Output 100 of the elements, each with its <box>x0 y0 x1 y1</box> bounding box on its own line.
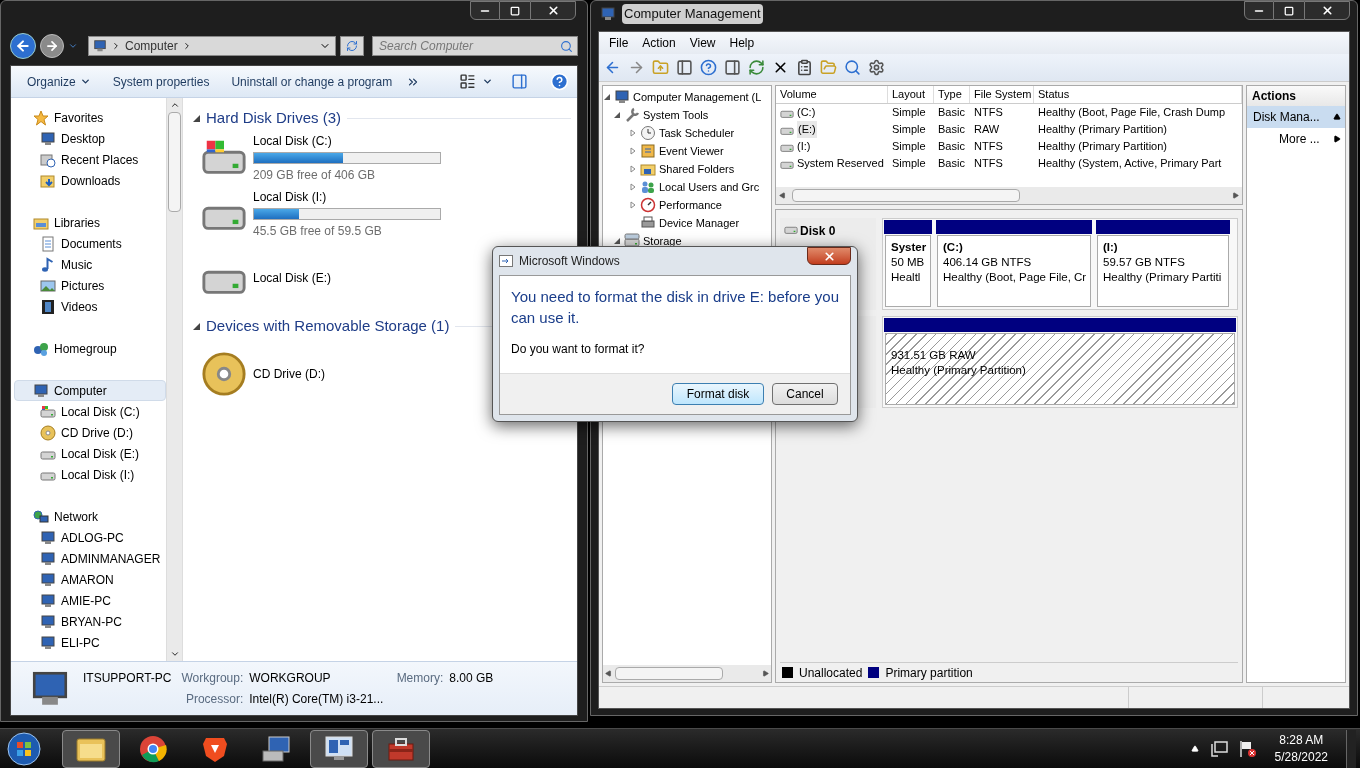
dialog-button[interactable]: Format disk <box>672 383 764 405</box>
nav-item[interactable]: Network <box>14 506 166 527</box>
command-button[interactable]: System properties <box>104 69 218 94</box>
back-button[interactable] <box>10 33 36 59</box>
scroll-thumb[interactable] <box>615 667 723 680</box>
nav-item[interactable]: Videos <box>14 296 166 317</box>
nav-item[interactable]: AMARON <box>14 569 166 590</box>
nav-item[interactable]: Documents <box>14 233 166 254</box>
column-header[interactable]: Status <box>1034 86 1242 103</box>
nav-item[interactable]: Desktop <box>14 128 166 149</box>
scroll-left-icon[interactable] <box>779 192 786 199</box>
nav-item[interactable]: BRYAN-PC <box>14 611 166 632</box>
forward-arrow-icon[interactable] <box>628 59 645 76</box>
collapsed-arrow-icon[interactable] <box>629 201 637 209</box>
nav-item[interactable]: Local Disk (I:) <box>14 464 166 485</box>
refresh-icon[interactable] <box>748 59 765 76</box>
expanded-arrow-icon[interactable] <box>613 237 621 245</box>
history-caret-icon[interactable] <box>68 41 78 51</box>
horizontal-scrollbar[interactable] <box>603 665 771 682</box>
nav-item[interactable]: ELI-PC <box>14 632 166 653</box>
nav-item[interactable]: CD Drive (D:) <box>14 422 166 443</box>
collapse-arrow-icon[interactable] <box>193 114 200 122</box>
scroll-down-icon[interactable] <box>169 649 180 659</box>
start-button[interactable] <box>4 729 44 768</box>
collapsed-arrow-icon[interactable] <box>629 129 637 137</box>
collapsed-arrow-icon[interactable] <box>629 183 637 191</box>
nav-item[interactable]: Computer <box>14 380 166 401</box>
command-button[interactable]: Uninstall or change a program <box>223 69 401 94</box>
column-header[interactable]: Type <box>934 86 970 103</box>
nav-item[interactable]: Recent Places <box>14 149 166 170</box>
nav-item[interactable]: ADLOG-PC <box>14 527 166 548</box>
expanded-arrow-icon[interactable] <box>613 111 621 119</box>
command-button[interactable]: Organize <box>19 69 99 94</box>
pane-command[interactable]: Disk Mana... <box>1247 106 1345 128</box>
dropdown-caret-icon[interactable] <box>482 76 493 87</box>
close-button[interactable] <box>807 247 851 265</box>
nav-item[interactable]: Downloads <box>14 170 166 191</box>
nav-item[interactable]: Favorites <box>14 107 166 128</box>
collapse-arrow-icon[interactable] <box>193 322 200 330</box>
column-header[interactable]: Volume <box>776 86 888 103</box>
tree-item[interactable]: Event Viewer <box>603 142 771 160</box>
view-options-icon[interactable] <box>459 73 476 90</box>
tree-item[interactable]: System Tools <box>603 106 771 124</box>
taskbar-button[interactable] <box>62 729 120 768</box>
forward-button[interactable] <box>40 34 64 58</box>
preview-pane-icon[interactable] <box>511 73 528 90</box>
nav-item[interactable]: Pictures <box>14 275 166 296</box>
help-icon[interactable] <box>700 59 717 76</box>
console-tree-icon[interactable] <box>676 59 693 76</box>
scroll-right-icon[interactable] <box>1232 192 1239 199</box>
scroll-thumb[interactable] <box>168 112 181 212</box>
maximize-button[interactable] <box>1274 1 1304 20</box>
tree-item[interactable]: Storage <box>603 232 771 250</box>
search-icon[interactable] <box>560 40 573 53</box>
drive-item[interactable]: Local Disk (I:) 45.5 GB free of 59.5 GB <box>193 186 571 242</box>
menu-item[interactable]: Help <box>722 33 762 53</box>
expanded-arrow-icon[interactable] <box>603 93 611 101</box>
show-hidden-icons-icon[interactable] <box>1190 744 1199 753</box>
search-field[interactable]: Search Computer <box>372 36 578 56</box>
close-button[interactable] <box>530 1 576 20</box>
search-icon[interactable] <box>844 59 861 76</box>
menu-item[interactable]: File <box>602 33 636 53</box>
tree-item[interactable]: Shared Folders <box>603 160 771 178</box>
menu-item[interactable]: Action <box>635 33 683 53</box>
scroll-left-icon[interactable] <box>605 670 612 677</box>
network-icon[interactable] <box>1210 740 1229 757</box>
scrollbar[interactable] <box>166 98 183 661</box>
close-button[interactable] <box>1304 1 1350 20</box>
drive-item[interactable]: Local Disk (C:) 209 GB free of 406 GB <box>193 130 571 186</box>
action-pane-icon[interactable] <box>724 59 741 76</box>
nav-item[interactable]: AMIE-PC <box>14 590 166 611</box>
menu-item[interactable]: View <box>682 33 723 53</box>
nav-item[interactable]: Libraries <box>14 212 166 233</box>
dialog-button[interactable]: Cancel <box>772 383 838 405</box>
action-center-flag-icon[interactable] <box>1238 739 1257 758</box>
tree-item[interactable]: Device Manager <box>603 214 771 232</box>
nav-item[interactable]: Local Disk (E:) <box>14 443 166 464</box>
pane-command[interactable]: More ... <box>1247 128 1345 150</box>
collapsed-arrow-icon[interactable] <box>629 165 637 173</box>
settings-icon[interactable] <box>868 59 885 76</box>
horizontal-scrollbar[interactable] <box>776 187 1242 204</box>
back-arrow-icon[interactable] <box>604 59 621 76</box>
maximize-button[interactable] <box>500 1 530 20</box>
address-bar[interactable]: Computer <box>88 36 336 56</box>
scroll-up-icon[interactable] <box>169 100 180 110</box>
taskbar-button[interactable] <box>372 729 430 768</box>
properties-icon[interactable] <box>796 59 813 76</box>
tree-item[interactable]: Computer Management (L <box>603 88 771 106</box>
scroll-thumb[interactable] <box>792 189 1020 202</box>
tree-item[interactable]: Performance <box>603 196 771 214</box>
minimize-button[interactable] <box>1244 1 1274 20</box>
scroll-right-icon[interactable] <box>762 670 769 677</box>
nav-item[interactable]: Local Disk (C:) <box>14 401 166 422</box>
tree-item[interactable]: Task Scheduler <box>603 124 771 142</box>
minimize-button[interactable] <box>470 1 500 20</box>
tree-item[interactable]: Local Users and Grc <box>603 178 771 196</box>
nav-item[interactable]: ADMINMANAGER <box>14 548 166 569</box>
clock[interactable]: 8:28 AM 5/28/2022 <box>1274 731 1342 766</box>
refresh-button[interactable] <box>340 36 364 56</box>
show-desktop-button[interactable] <box>1346 729 1356 768</box>
